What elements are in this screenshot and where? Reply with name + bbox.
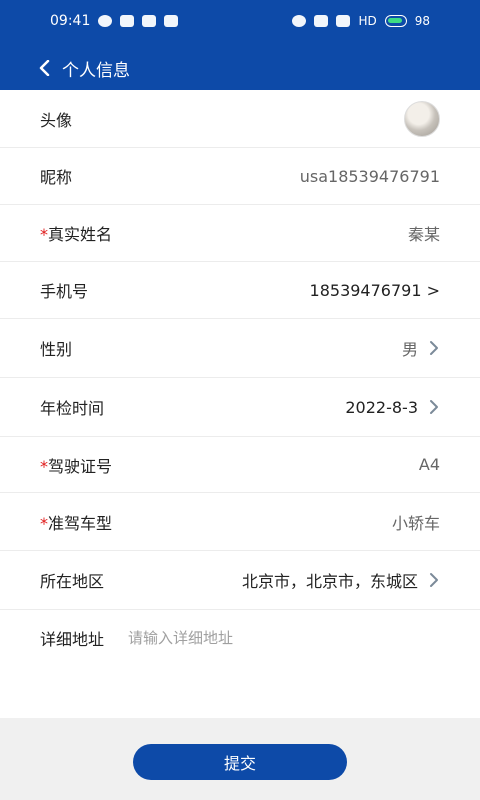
row-label: 年检时间	[40, 399, 105, 418]
row-value: 北京市，北京市，东城区	[242, 568, 440, 592]
status-right: HD 98	[292, 14, 430, 28]
row-value: 18539476791 >	[310, 281, 440, 300]
row-label: 昵称	[40, 168, 73, 187]
footer: 提交	[0, 718, 480, 800]
android-icon	[164, 15, 179, 27]
app-header: 09:41 HD 98 个人信息	[0, 0, 480, 90]
required-marker: *	[40, 513, 48, 533]
phone-value: 18539476791 >	[309, 280, 440, 300]
vehicle-type-value: 小轿车	[391, 513, 440, 533]
row-label: 真实姓名	[48, 225, 113, 244]
battery-level: 98	[414, 14, 430, 28]
network-label: HD	[358, 14, 377, 28]
alarm-icon	[292, 15, 307, 27]
chevron-right-icon	[428, 341, 440, 355]
inspection-date-value: 2022-8-3	[345, 397, 418, 417]
row-license-number[interactable]: *驾驶证号 A4	[0, 437, 480, 493]
real-name-value: 秦某	[407, 225, 440, 244]
row-avatar[interactable]: 头像	[0, 90, 480, 148]
row-inspection-date[interactable]: 年检时间 2022-8-3	[0, 378, 480, 437]
submit-button[interactable]: 提交	[133, 744, 347, 780]
row-value: 小轿车	[392, 510, 440, 534]
license-number-value: A4	[418, 455, 440, 474]
row-label: 驾驶证号	[48, 456, 113, 476]
nickname-value: usa18539476791	[299, 166, 440, 186]
profile-list: 头像 昵称 usa18539476791 *真实姓名 秦某 手机号 185394…	[0, 90, 480, 718]
chat-icon	[98, 15, 113, 27]
row-label-wrap: *驾驶证号	[40, 453, 112, 477]
row-vehicle-type[interactable]: *准驾车型 小轿车	[0, 493, 480, 551]
row-value: A4	[419, 455, 440, 474]
row-address: 详细地址	[0, 610, 480, 666]
row-value: usa18539476791	[300, 167, 440, 186]
row-value: 秦某	[408, 221, 440, 245]
page-title: 个人信息	[62, 60, 130, 81]
row-label: 头像	[40, 110, 73, 130]
required-marker: *	[40, 456, 48, 476]
row-phone[interactable]: 手机号 18539476791 >	[0, 262, 480, 319]
status-left: 09:41	[50, 13, 179, 29]
row-region[interactable]: 所在地区 北京市，北京市，东城区	[0, 551, 480, 610]
row-label: 手机号	[40, 282, 89, 301]
image-icon	[120, 15, 135, 27]
row-label: 性别	[40, 340, 73, 359]
row-label: 准驾车型	[48, 513, 113, 533]
usb-icon	[142, 15, 157, 27]
wifi-icon	[314, 15, 329, 27]
row-value: 2022-8-3	[345, 398, 440, 417]
back-icon[interactable]	[38, 60, 52, 76]
signal-icon	[336, 15, 351, 27]
battery-icon	[384, 15, 407, 27]
status-time: 09:41	[50, 13, 91, 29]
avatar[interactable]	[404, 100, 440, 137]
row-nickname[interactable]: 昵称 usa18539476791	[0, 148, 480, 205]
address-input[interactable]	[128, 629, 389, 647]
chevron-right-icon	[428, 573, 440, 587]
chevron-right-icon	[428, 400, 440, 414]
nav-bar: 个人信息	[0, 46, 480, 90]
row-value: 男	[402, 336, 440, 360]
row-label-wrap: *真实姓名	[40, 221, 112, 245]
required-marker: *	[40, 225, 48, 244]
row-real-name[interactable]: *真实姓名 秦某	[0, 205, 480, 262]
status-bar: 09:41 HD 98	[0, 0, 480, 42]
row-label: 所在地区	[40, 572, 105, 591]
region-value: 北京市，北京市，东城区	[241, 572, 418, 591]
row-gender[interactable]: 性别 男	[0, 319, 480, 378]
row-label-wrap: *准驾车型	[40, 510, 112, 534]
address-label: 详细地址	[40, 630, 105, 649]
gender-value: 男	[401, 340, 418, 359]
